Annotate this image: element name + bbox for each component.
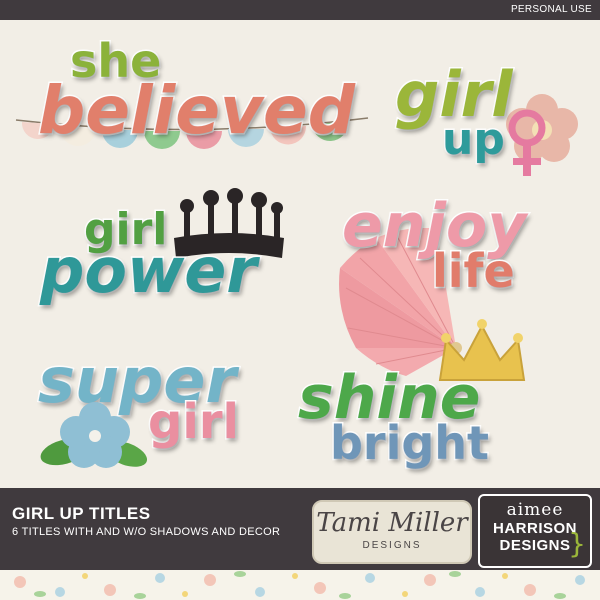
aimee-logo-line1: aimee xyxy=(506,500,564,520)
tami-miller-logo: Tami Miller DESIGNS xyxy=(312,500,472,564)
title-bright: bright xyxy=(328,416,490,470)
blue-flower-icon xyxy=(40,402,148,468)
title-life: life xyxy=(431,244,517,298)
title-girl-up-up: up xyxy=(441,114,507,165)
title-super-girl-girl: girl xyxy=(147,394,241,450)
tami-logo-name: Tami Miller xyxy=(316,508,468,538)
aimee-harrison-logo: aimee HARRISON DESIGNS } xyxy=(478,494,592,568)
product-preview: PERSONAL USE believed she girl up girl p… xyxy=(0,0,600,600)
top-bar: PERSONAL USE xyxy=(0,0,600,20)
personal-use-badge: PERSONAL USE xyxy=(510,4,592,15)
tami-logo-designs: DESIGNS xyxy=(362,540,422,551)
title-she: she xyxy=(68,34,162,88)
title-girl-power-power: power xyxy=(39,234,259,307)
product-subtitle: 6 TITLES WITH AND W/O SHADOWS AND DECOR xyxy=(12,526,281,538)
product-title: GIRL UP TITLES xyxy=(12,504,151,523)
floral-pattern-strip xyxy=(0,570,600,600)
brace-icon: } xyxy=(568,527,586,560)
